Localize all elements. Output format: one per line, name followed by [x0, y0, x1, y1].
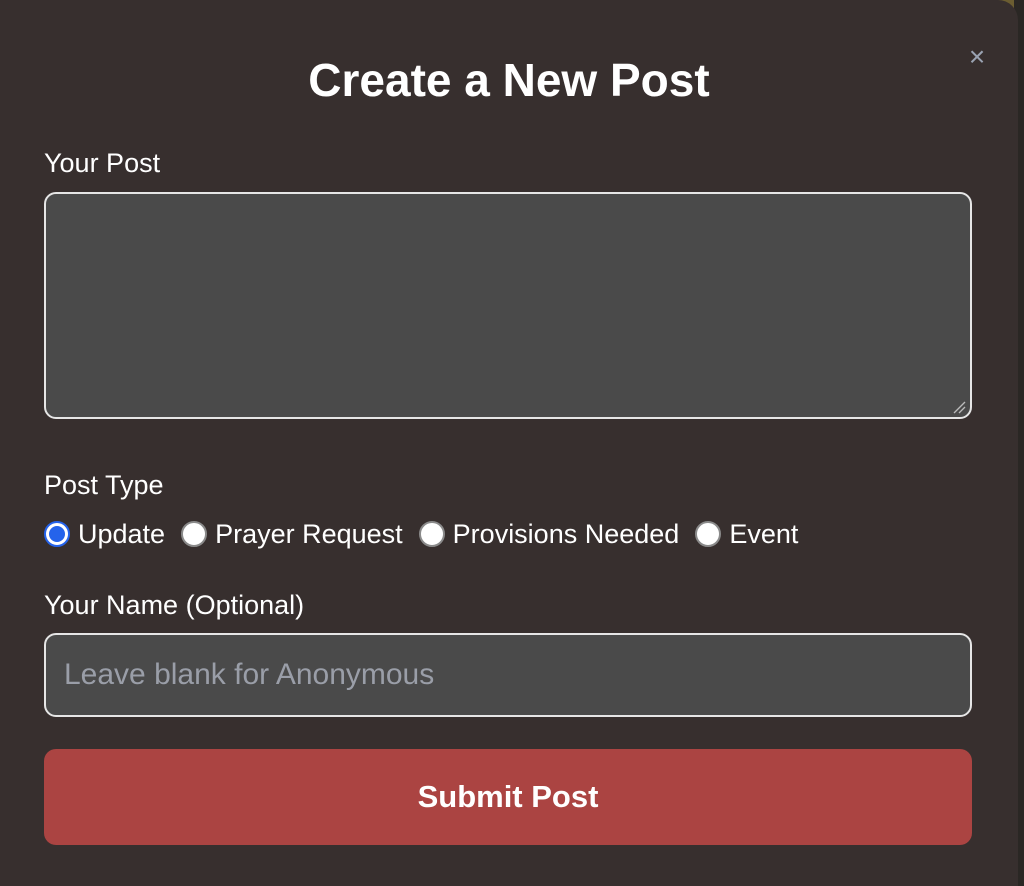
radio-option-update[interactable]: Update: [44, 517, 165, 551]
name-input[interactable]: [44, 633, 972, 717]
post-textarea[interactable]: [44, 192, 972, 419]
resize-grip-icon[interactable]: [952, 400, 966, 414]
create-post-modal: × Create a New Post Your Post Post Type …: [0, 0, 1018, 886]
radio-option-prayer-request[interactable]: Prayer Request: [181, 517, 403, 551]
post-type-radio-group: Update Prayer Request Provisions Needed …: [44, 516, 814, 552]
radio-button[interactable]: [418, 521, 445, 547]
radio-option-event[interactable]: Event: [695, 517, 798, 551]
radio-label: Update: [78, 519, 166, 549]
submit-post-button[interactable]: Submit Post: [44, 749, 972, 845]
radio-label: Provisions Needed: [452, 519, 680, 549]
name-label: Your Name (Optional): [44, 590, 305, 620]
radio-button[interactable]: [181, 521, 208, 547]
radio-option-provisions-needed[interactable]: Provisions Needed: [418, 517, 680, 551]
radio-button[interactable]: [695, 521, 722, 547]
modal-title: Create a New Post: [308, 54, 710, 106]
post-label: Your Post: [44, 148, 161, 178]
post-type-label: Post Type: [44, 470, 164, 500]
radio-label: Event: [729, 519, 799, 549]
radio-button[interactable]: [44, 521, 70, 547]
radio-label: Prayer Request: [215, 519, 403, 549]
